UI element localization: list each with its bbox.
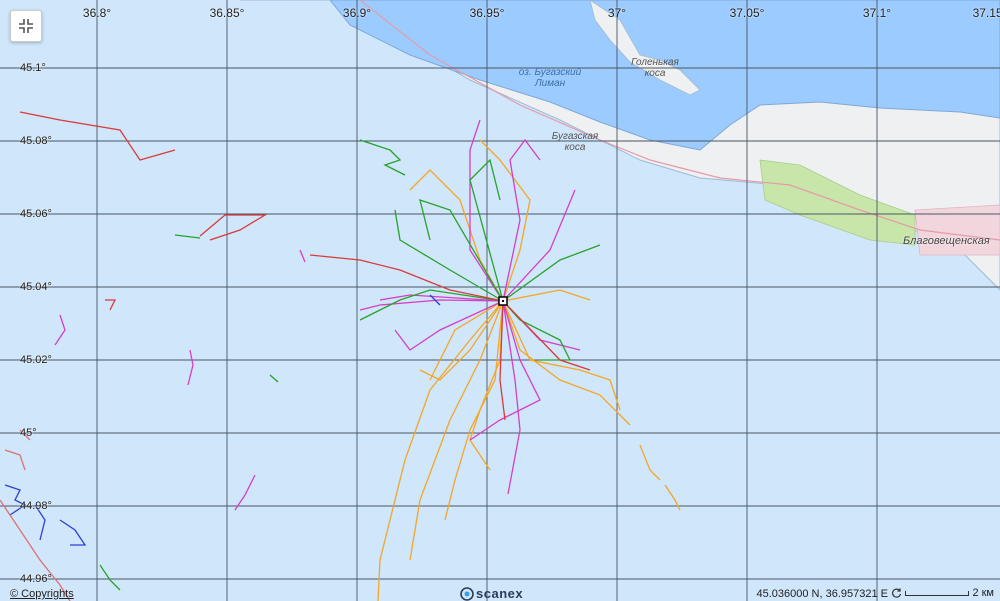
target-marker[interactable]	[498, 296, 508, 306]
place-liman-line2: Лиман	[534, 78, 566, 89]
place-liman-line1: оз. Бугазский	[518, 67, 582, 78]
town-area	[914, 204, 1000, 256]
lat-label-2: 45.08°	[20, 135, 52, 147]
scanex-logo[interactable]: scanex	[460, 586, 523, 601]
lat-label-4: 45.04°	[20, 281, 52, 293]
scale-control[interactable]: 2 км	[892, 587, 994, 599]
copyright-link[interactable]: © Copyrights	[10, 588, 74, 600]
place-town: Благовещенская	[903, 235, 990, 247]
scanex-logo-text: scanex	[476, 586, 524, 601]
lat-label-3: 45.06°	[20, 208, 52, 220]
place-spit2-line2: коса	[564, 142, 586, 153]
lat-label-7: 44.98°	[20, 500, 52, 512]
place-spit1-line1: Голенькая	[631, 57, 679, 68]
refresh-icon[interactable]	[892, 588, 902, 598]
lon-label-3: 36.9°	[342, 6, 372, 20]
lon-label-2: 36.85°	[209, 6, 245, 20]
scanex-logo-icon	[460, 586, 474, 601]
place-spit1: Голенькая коса	[615, 57, 695, 79]
place-spit2: Бугазская коса	[535, 131, 615, 153]
lon-label-7: 37.1°	[862, 6, 892, 20]
lon-label-5: 37°	[607, 6, 627, 20]
lon-label-4: 36.95°	[469, 6, 505, 20]
lon-label-8: 37.15°	[972, 6, 1000, 20]
place-liman: оз. Бугазский Лиман	[510, 67, 590, 89]
lon-label-1: 36.8°	[82, 6, 112, 20]
place-spit2-line1: Бугазская	[551, 131, 599, 142]
cursor-coordinates: 45.036000 N, 36.957321 E	[756, 588, 888, 600]
scale-bar	[905, 590, 970, 596]
map-canvas[interactable]	[0, 0, 1000, 601]
lon-label-6: 37.05°	[729, 6, 765, 20]
lat-label-5: 45.02°	[20, 354, 52, 366]
place-spit1-line2: коса	[644, 68, 666, 79]
collapse-icon	[19, 19, 33, 33]
lat-label-6: 45°	[20, 427, 37, 439]
scale-label: 2 км	[972, 587, 994, 599]
status-bar: © Copyrights scanex 45.036000 N, 36.9573…	[0, 583, 1000, 601]
lat-label-1: 45.1°	[20, 62, 46, 74]
collapse-button[interactable]	[10, 10, 42, 42]
